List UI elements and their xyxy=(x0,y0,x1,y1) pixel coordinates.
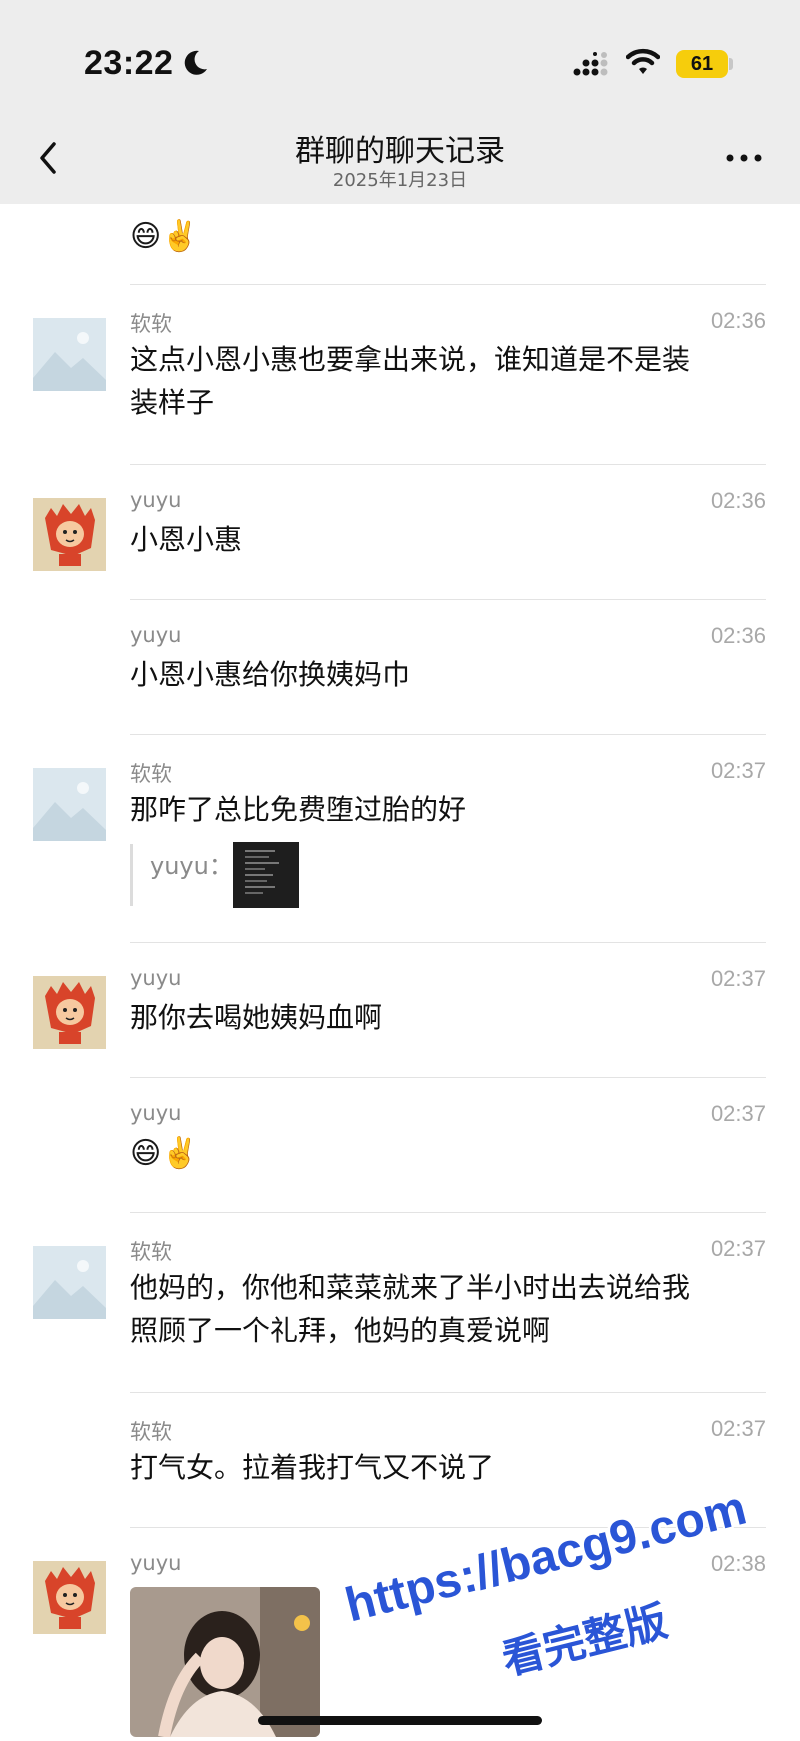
message-text-line: 他妈的，你他和菜菜就来了半小时出去说给我 xyxy=(130,1271,691,1304)
emoji-grin-victory: 😄✌️ xyxy=(130,1136,199,1171)
message-text: 小恩小惠给你换姨妈巾 xyxy=(130,658,411,691)
sender-name: 软软 xyxy=(130,1420,172,1444)
message-text: 小恩小惠 xyxy=(130,523,243,556)
emoji-grin-victory: 😄✌️ xyxy=(130,219,199,254)
watermark-caption: 看完整版 xyxy=(497,1596,673,1685)
moon-icon xyxy=(184,50,207,75)
sender-name: yuyu xyxy=(130,488,182,512)
status-bar: 23:22 61 xyxy=(0,0,800,112)
watermark: https://bacg9.com 看完整版 xyxy=(320,1482,790,1710)
more-options-button[interactable] xyxy=(724,152,764,164)
sender-name: 软软 xyxy=(130,312,172,336)
sender-name: yuyu xyxy=(130,623,182,647)
list-item[interactable]: yuyu 02:37 😄✌️ xyxy=(0,1077,800,1212)
photo-message[interactable] xyxy=(130,1587,320,1737)
avatar xyxy=(33,318,106,391)
message-time: 02:37 xyxy=(710,758,766,783)
message-text-line: 照顾了一个礼拜，他妈的真爱说啊 xyxy=(130,1314,551,1347)
battery-tip xyxy=(729,58,733,70)
list-item[interactable]: 软软 02:36 这点小恩小惠也要拿出来说，谁知道是不是装 装样子 xyxy=(0,284,800,464)
wifi-icon xyxy=(626,48,660,74)
quoted-image-thumbnail[interactable] xyxy=(233,842,299,908)
list-item: 😄✌️ xyxy=(0,204,800,284)
message-text: 这点小恩小惠也要拿出来说，谁知道是不是装 装样子 xyxy=(130,338,766,424)
message-time: 02:37 xyxy=(710,966,766,991)
page-subtitle-date: 2025年1月23日 xyxy=(332,170,468,191)
message-text-line: 这点小恩小惠也要拿出来说，谁知道是不是装 xyxy=(130,343,691,376)
battery-level: 61 xyxy=(690,53,714,75)
quote-sender: yuyu： xyxy=(150,852,233,880)
list-item[interactable]: 软软 02:37 那咋了总比免费堕过胎的好 yuyu： xyxy=(0,734,800,942)
signal-icon xyxy=(573,52,608,76)
sender-name: yuyu xyxy=(130,1101,182,1125)
avatar xyxy=(33,1246,106,1319)
message-time: 02:37 xyxy=(710,1416,766,1441)
page-title: 群聊的聊天记录 xyxy=(295,134,505,169)
list-item[interactable]: yuyu 02:36 小恩小惠 xyxy=(0,464,800,599)
avatar xyxy=(33,498,106,571)
message-time: 02:36 xyxy=(710,308,766,333)
message-time: 02:37 xyxy=(710,1101,766,1126)
sender-name: 软软 xyxy=(130,1240,172,1264)
status-time: 23:22 xyxy=(84,44,174,82)
avatar xyxy=(33,1561,106,1634)
avatar xyxy=(33,976,106,1049)
nav-bar: 群聊的聊天记录 2025年1月23日 xyxy=(0,112,800,204)
avatar xyxy=(33,768,106,841)
battery-indicator: 61 xyxy=(676,50,728,78)
message-time: 02:37 xyxy=(710,1236,766,1261)
message-text-line: 装样子 xyxy=(130,386,215,419)
home-indicator[interactable] xyxy=(258,1716,542,1725)
message-text: 他妈的，你他和菜菜就来了半小时出去说给我 照顾了一个礼拜，他妈的真爱说啊 xyxy=(130,1266,766,1352)
sender-name: yuyu xyxy=(130,1551,182,1575)
list-item[interactable]: yuyu 02:36 小恩小惠给你换姨妈巾 xyxy=(0,599,800,734)
list-item[interactable]: yuyu 02:37 那你去喝她姨妈血啊 xyxy=(0,942,800,1077)
quote-bar xyxy=(130,844,133,906)
message-text: 那咋了总比免费堕过胎的好 xyxy=(130,793,467,826)
message-text: 那你去喝她姨妈血啊 xyxy=(130,1001,383,1034)
message-time: 02:36 xyxy=(710,488,766,513)
message-time: 02:36 xyxy=(710,623,766,648)
list-item[interactable]: 软软 02:37 他妈的，你他和菜菜就来了半小时出去说给我 照顾了一个礼拜，他妈… xyxy=(0,1212,800,1392)
sender-name: yuyu xyxy=(130,966,182,990)
sender-name: 软软 xyxy=(130,762,172,786)
message-text: 打气女。拉着我打气又不说了 xyxy=(130,1451,495,1484)
